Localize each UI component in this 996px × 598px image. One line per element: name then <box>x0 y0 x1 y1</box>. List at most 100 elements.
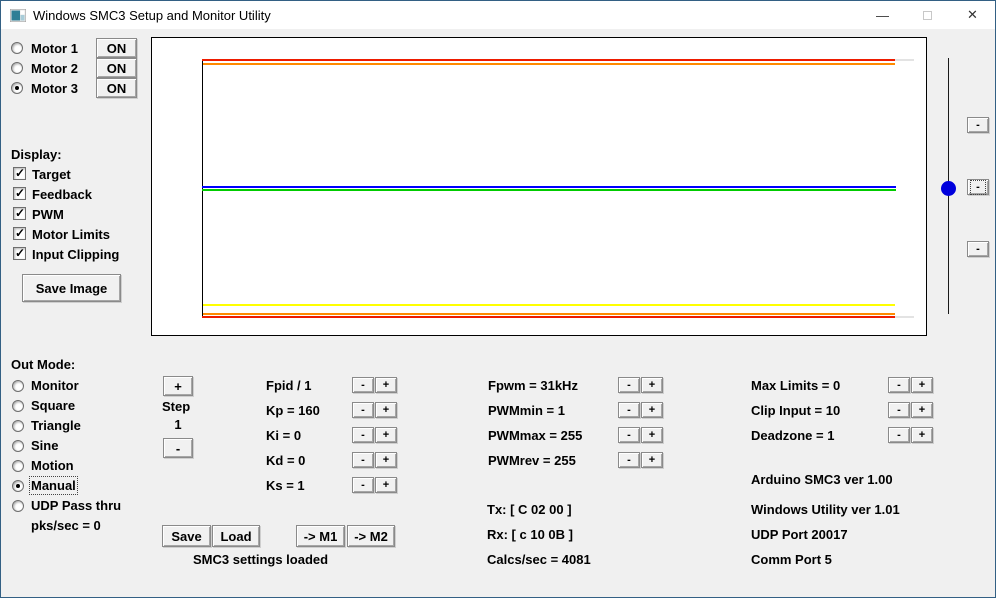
chart-line-pwm-yellow <box>203 304 895 306</box>
out-mode-manual-label: Manual <box>31 478 76 493</box>
pwmrev-plus-button[interactable]: + <box>641 452 663 468</box>
arduino-version-text: Arduino SMC3 ver 1.00 <box>751 472 893 487</box>
load-button[interactable]: Load <box>212 525 260 547</box>
motor3-label: Motor 3 <box>31 81 78 96</box>
out-mode-sine-label: Sine <box>31 438 58 453</box>
fpid-minus-button[interactable]: - <box>352 377 374 393</box>
out-mode-udp-radio[interactable] <box>12 500 24 512</box>
ks-minus-button[interactable]: - <box>352 477 374 493</box>
fpwm-minus-button[interactable]: - <box>618 377 640 393</box>
pwmmin-minus-button[interactable]: - <box>618 402 640 418</box>
target-checkbox[interactable] <box>13 167 26 180</box>
scale-upper-minus-button[interactable]: - <box>967 117 989 133</box>
deadzone-plus-button[interactable]: + <box>911 427 933 443</box>
pwmrev-minus-button[interactable]: - <box>618 452 640 468</box>
chart-line-feedback-green <box>202 189 896 191</box>
save-image-button[interactable]: Save Image <box>22 274 121 302</box>
save-button[interactable]: Save <box>162 525 211 547</box>
maximize-button[interactable] <box>905 1 950 29</box>
motor-limits-checkbox[interactable] <box>13 227 26 240</box>
fpwm-value: Fpwm = 31kHz <box>488 378 578 393</box>
pwmmax-minus-button[interactable]: - <box>618 427 640 443</box>
tx-readout: Tx: [ C 02 00 ] <box>487 502 572 517</box>
out-mode-section-label: Out Mode: <box>11 357 75 372</box>
kp-minus-button[interactable]: - <box>352 402 374 418</box>
deadzone-value: Deadzone = 1 <box>751 428 834 443</box>
chart-line-upper-limit-orange <box>203 63 895 65</box>
out-mode-motion-radio[interactable] <box>12 460 24 472</box>
chart-line-target-blue <box>202 186 896 188</box>
step-label: Step <box>162 399 190 414</box>
out-mode-square-label: Square <box>31 398 75 413</box>
ki-plus-button[interactable]: + <box>375 427 397 443</box>
display-section-label: Display: <box>11 147 62 162</box>
to-m1-button[interactable]: -> M1 <box>296 525 345 547</box>
ks-plus-button[interactable]: + <box>375 477 397 493</box>
kd-value: Kd = 0 <box>266 453 305 468</box>
pwm-checkbox[interactable] <box>13 207 26 220</box>
chart-line-upper-limit-red <box>202 59 895 61</box>
ki-minus-button[interactable]: - <box>352 427 374 443</box>
out-mode-manual-radio[interactable] <box>12 480 24 492</box>
fpid-plus-button[interactable]: + <box>375 377 397 393</box>
step-plus-button[interactable]: + <box>163 376 193 396</box>
deadzone-minus-button[interactable]: - <box>888 427 910 443</box>
to-m2-button[interactable]: -> M2 <box>347 525 395 547</box>
motor1-on-button[interactable]: ON <box>96 38 137 58</box>
target-checkbox-label: Target <box>32 167 71 182</box>
max-limits-plus-button[interactable]: + <box>911 377 933 393</box>
kp-value: Kp = 160 <box>266 403 320 418</box>
close-button[interactable]: ✕ <box>950 1 995 29</box>
step-value: 1 <box>162 417 194 432</box>
feedback-checkbox-label: Feedback <box>32 187 92 202</box>
motor2-radio[interactable] <box>11 62 23 74</box>
kd-minus-button[interactable]: - <box>352 452 374 468</box>
chart-line-lower-limit-red <box>202 316 896 318</box>
chart-line-cursor-gray-bottom <box>895 316 914 318</box>
minimize-button[interactable]: — <box>860 1 905 29</box>
motor3-radio[interactable] <box>11 82 23 94</box>
comm-port-text: Comm Port 5 <box>751 552 832 567</box>
out-mode-sine-radio[interactable] <box>12 440 24 452</box>
clip-input-plus-button[interactable]: + <box>911 402 933 418</box>
pwmmax-plus-button[interactable]: + <box>641 427 663 443</box>
motor2-on-button[interactable]: ON <box>96 58 137 78</box>
scale-lower-minus-button[interactable]: - <box>967 241 989 257</box>
out-mode-triangle-label: Triangle <box>31 418 81 433</box>
clip-input-minus-button[interactable]: - <box>888 402 910 418</box>
out-mode-motion-label: Motion <box>31 458 74 473</box>
out-mode-monitor-label: Monitor <box>31 378 79 393</box>
chart-line-cursor-gray-top <box>895 59 914 61</box>
fpid-value: Fpid / 1 <box>266 378 312 393</box>
scale-center-button[interactable]: - <box>967 179 989 195</box>
out-mode-monitor-radio[interactable] <box>12 380 24 392</box>
app-window: Windows SMC3 Setup and Monitor Utility —… <box>0 0 996 598</box>
motor3-on-button[interactable]: ON <box>96 78 137 98</box>
max-limits-minus-button[interactable]: - <box>888 377 910 393</box>
motor-limits-checkbox-label: Motor Limits <box>32 227 110 242</box>
clip-input-value: Clip Input = 10 <box>751 403 840 418</box>
scope-chart <box>151 37 927 336</box>
motor1-radio[interactable] <box>11 42 23 54</box>
pwmmin-plus-button[interactable]: + <box>641 402 663 418</box>
chart-line-lower-limit-orange <box>203 313 895 315</box>
udp-port-text: UDP Port 20017 <box>751 527 848 542</box>
pwm-checkbox-label: PWM <box>32 207 64 222</box>
input-clipping-checkbox[interactable] <box>13 247 26 260</box>
settings-status-text: SMC3 settings loaded <box>193 552 328 567</box>
maximize-icon <box>923 11 932 20</box>
ks-value: Ks = 1 <box>266 478 305 493</box>
fpwm-plus-button[interactable]: + <box>641 377 663 393</box>
kp-plus-button[interactable]: + <box>375 402 397 418</box>
scale-slider-knob[interactable] <box>941 181 956 196</box>
input-clipping-checkbox-label: Input Clipping <box>32 247 119 262</box>
title-bar: Windows SMC3 Setup and Monitor Utility —… <box>1 1 995 29</box>
max-limits-value: Max Limits = 0 <box>751 378 840 393</box>
scale-center-button-label: - <box>972 182 984 193</box>
kd-plus-button[interactable]: + <box>375 452 397 468</box>
motor2-label: Motor 2 <box>31 61 78 76</box>
out-mode-triangle-radio[interactable] <box>12 420 24 432</box>
out-mode-square-radio[interactable] <box>12 400 24 412</box>
step-minus-button[interactable]: - <box>163 438 193 458</box>
feedback-checkbox[interactable] <box>13 187 26 200</box>
